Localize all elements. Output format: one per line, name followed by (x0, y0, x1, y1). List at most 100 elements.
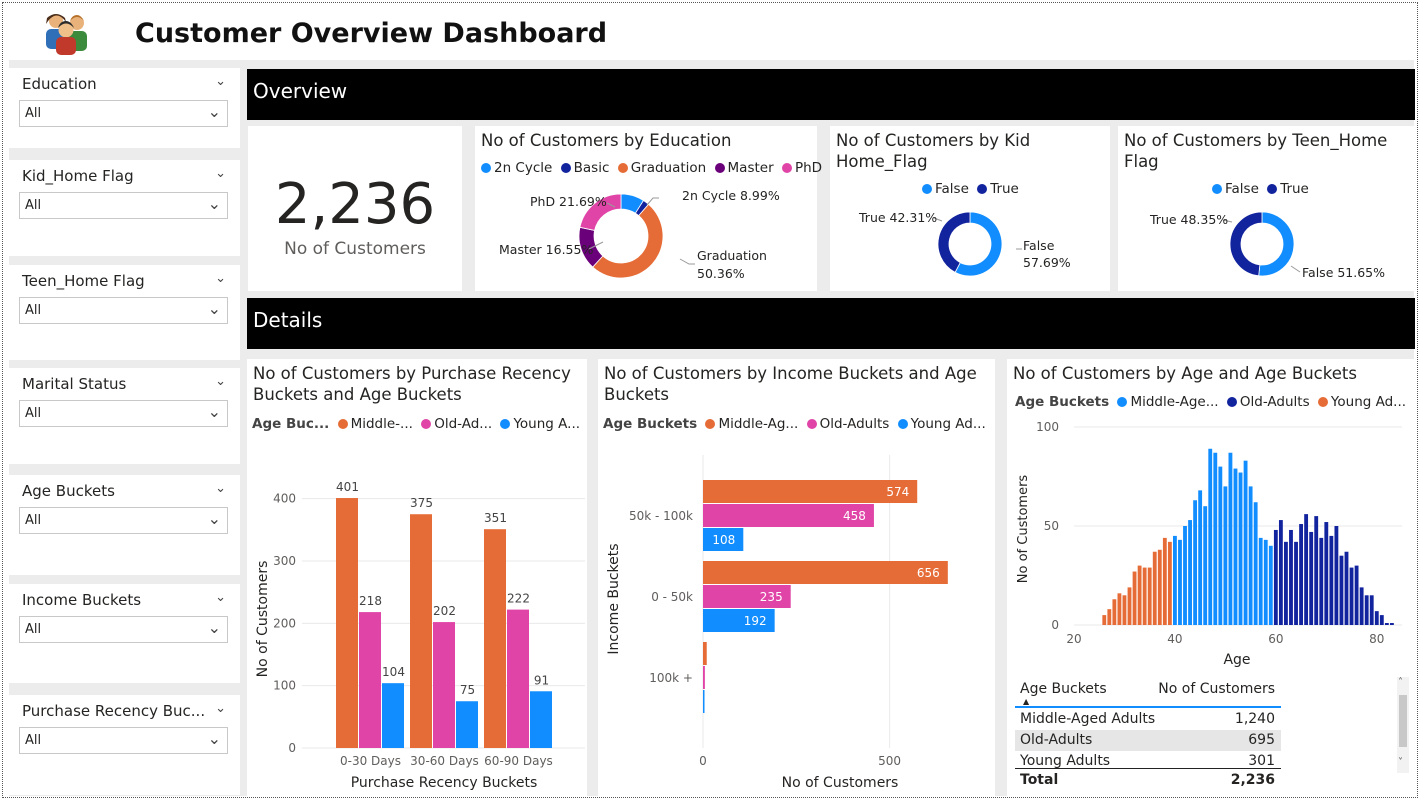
histogram-bar[interactable] (1329, 535, 1334, 625)
histogram-bar[interactable] (1193, 500, 1198, 625)
recency-bar-chart[interactable]: No of Customers Purchase Recency Buckets… (247, 359, 587, 796)
slicer-dropdown[interactable]: All ⌄ (19, 297, 228, 324)
histogram-bar[interactable] (1147, 567, 1152, 625)
kid-home-donut-card[interactable]: No of Customers by Kid Home_Flag False Tr… (830, 126, 1110, 291)
income-chart-card[interactable]: No of Customers by Income Buckets and Ag… (598, 359, 995, 796)
kid-home-donut-chart[interactable]: True 42.31% False 57.69% (830, 126, 1110, 291)
teen-home-donut-card[interactable]: No of Customers by Teen_Home Flag False T… (1118, 126, 1414, 291)
histogram-bar[interactable] (1137, 565, 1142, 625)
histogram-bar[interactable] (1203, 506, 1208, 625)
histogram-bar[interactable] (1233, 468, 1238, 625)
table-scrollbar[interactable]: ˄ ˅ (1397, 677, 1409, 773)
slicer-dropdown[interactable]: All ⌄ (19, 400, 228, 427)
slicer-teen-home-flag[interactable]: Teen_Home Flag ⌄ All ⌄ (9, 265, 240, 360)
table-header-count[interactable]: No of Customers (1158, 681, 1275, 697)
slicer-purchase-recency-buc[interactable]: Purchase Recency Buc... ⌄ All ⌄ (9, 695, 240, 795)
age-chart-card[interactable]: No of Customers by Age and Age Buckets A… (1007, 359, 1414, 796)
slicer-age-buckets[interactable]: Age Buckets ⌄ All ⌄ (9, 475, 240, 575)
histogram-bar[interactable] (1142, 567, 1147, 625)
histogram-bar[interactable] (1258, 537, 1263, 625)
age-histogram-chart[interactable]: No of Customers Age 0 50 100 20 40 60 80 (1007, 359, 1414, 679)
histogram-bar[interactable] (1339, 555, 1344, 625)
histogram-bar[interactable] (1299, 524, 1303, 625)
donut-slice-false[interactable] (1258, 211, 1295, 277)
histogram-bar[interactable] (1289, 529, 1293, 625)
bar[interactable] (703, 561, 948, 584)
slicer-marital-status[interactable]: Marital Status ⌄ All ⌄ (9, 368, 240, 464)
histogram-bar[interactable] (1324, 522, 1329, 625)
bar[interactable] (433, 622, 455, 748)
chevron-down-icon[interactable]: ⌄ (215, 166, 226, 181)
table-row[interactable]: Old-Adults 695 (1015, 730, 1281, 751)
histogram-bar[interactable] (1228, 452, 1233, 625)
histogram-bar[interactable] (1117, 593, 1122, 625)
slicer-kid-home-flag[interactable]: Kid_Home Flag ⌄ All ⌄ (9, 160, 240, 256)
histogram-bar[interactable] (1369, 595, 1374, 625)
education-donut-chart[interactable]: 2n Cycle 8.99% PhD 21.69% Master 16.55% … (475, 126, 817, 291)
table-row[interactable]: Middle-Aged Adults 1,240 (1015, 709, 1281, 730)
teen-home-donut-chart[interactable]: True 48.35% False 51.65% (1118, 126, 1414, 291)
scroll-up-icon[interactable]: ˄ (1398, 677, 1403, 688)
slicer-income-buckets[interactable]: Income Buckets ⌄ All ⌄ (9, 584, 240, 683)
histogram-bar[interactable] (1349, 567, 1354, 625)
histogram-bar[interactable] (1268, 545, 1273, 625)
chevron-down-icon[interactable]: ⌄ (208, 509, 221, 528)
chevron-down-icon[interactable]: ⌄ (215, 481, 226, 496)
histogram-bar[interactable] (1304, 514, 1309, 625)
bar[interactable] (359, 612, 381, 748)
histogram-bar[interactable] (1243, 460, 1248, 625)
histogram-bar[interactable] (1112, 599, 1117, 625)
histogram-bar[interactable] (1273, 529, 1278, 625)
histogram-bar[interactable] (1152, 551, 1157, 625)
histogram-bar[interactable] (1213, 452, 1218, 625)
histogram-bar[interactable] (1309, 531, 1314, 625)
bar[interactable] (382, 683, 404, 748)
kpi-card[interactable]: 2,236 No of Customers (248, 126, 462, 291)
donut-slice-true[interactable] (1229, 211, 1263, 277)
histogram-bar[interactable] (1102, 615, 1107, 625)
histogram-bar[interactable] (1354, 565, 1359, 625)
chevron-down-icon[interactable]: ⌄ (215, 701, 226, 716)
chevron-down-icon[interactable]: ⌄ (208, 299, 221, 318)
histogram-bar[interactable] (1162, 537, 1167, 625)
histogram-bar[interactable] (1294, 541, 1298, 625)
bar[interactable] (484, 529, 506, 748)
histogram-bar[interactable] (1384, 623, 1389, 625)
histogram-bar[interactable] (1122, 595, 1127, 625)
histogram-bar[interactable] (1344, 551, 1349, 625)
histogram-bar[interactable] (1374, 611, 1379, 625)
histogram-bar[interactable] (1284, 541, 1288, 625)
histogram-bar[interactable] (1379, 615, 1384, 625)
chevron-down-icon[interactable]: ⌄ (208, 729, 221, 748)
chevron-down-icon[interactable]: ⌄ (208, 618, 221, 637)
histogram-bar[interactable] (1198, 490, 1203, 625)
histogram-bar[interactable] (1132, 571, 1137, 625)
histogram-bar[interactable] (1238, 472, 1243, 625)
sort-ascending-icon[interactable]: ▲ (1023, 697, 1029, 706)
chevron-down-icon[interactable]: ⌄ (208, 194, 221, 213)
histogram-bar[interactable] (1359, 587, 1364, 625)
scroll-down-icon[interactable]: ˅ (1398, 757, 1403, 768)
histogram-bar[interactable] (1188, 520, 1192, 625)
education-donut-card[interactable]: No of Customers by Education 2n Cycle Ba… (475, 126, 822, 291)
chevron-down-icon[interactable]: ⌄ (215, 271, 226, 286)
recency-chart-card[interactable]: No of Customers by Purchase Recency Bucke… (247, 359, 587, 796)
chevron-down-icon[interactable]: ⌄ (215, 590, 226, 605)
histogram-bar[interactable] (1127, 587, 1132, 625)
histogram-bar[interactable] (1248, 486, 1253, 625)
histogram-bar[interactable] (1183, 526, 1187, 625)
bar[interactable] (410, 514, 432, 748)
bar[interactable] (336, 498, 358, 748)
table-header-bucket[interactable]: Age Buckets (1020, 681, 1107, 697)
chevron-down-icon[interactable]: ⌄ (215, 374, 226, 389)
histogram-bar[interactable] (1263, 539, 1268, 625)
bar[interactable] (530, 691, 552, 748)
histogram-bar[interactable] (1107, 609, 1112, 625)
histogram-bar[interactable] (1364, 595, 1369, 625)
histogram-bar[interactable] (1208, 448, 1213, 625)
slicer-dropdown[interactable]: All ⌄ (19, 727, 228, 754)
bar[interactable] (507, 609, 529, 748)
slicer-dropdown[interactable]: All ⌄ (19, 507, 228, 534)
slicer-education[interactable]: Education ⌄ All ⌄ (9, 68, 240, 148)
histogram-bar[interactable] (1334, 526, 1339, 625)
